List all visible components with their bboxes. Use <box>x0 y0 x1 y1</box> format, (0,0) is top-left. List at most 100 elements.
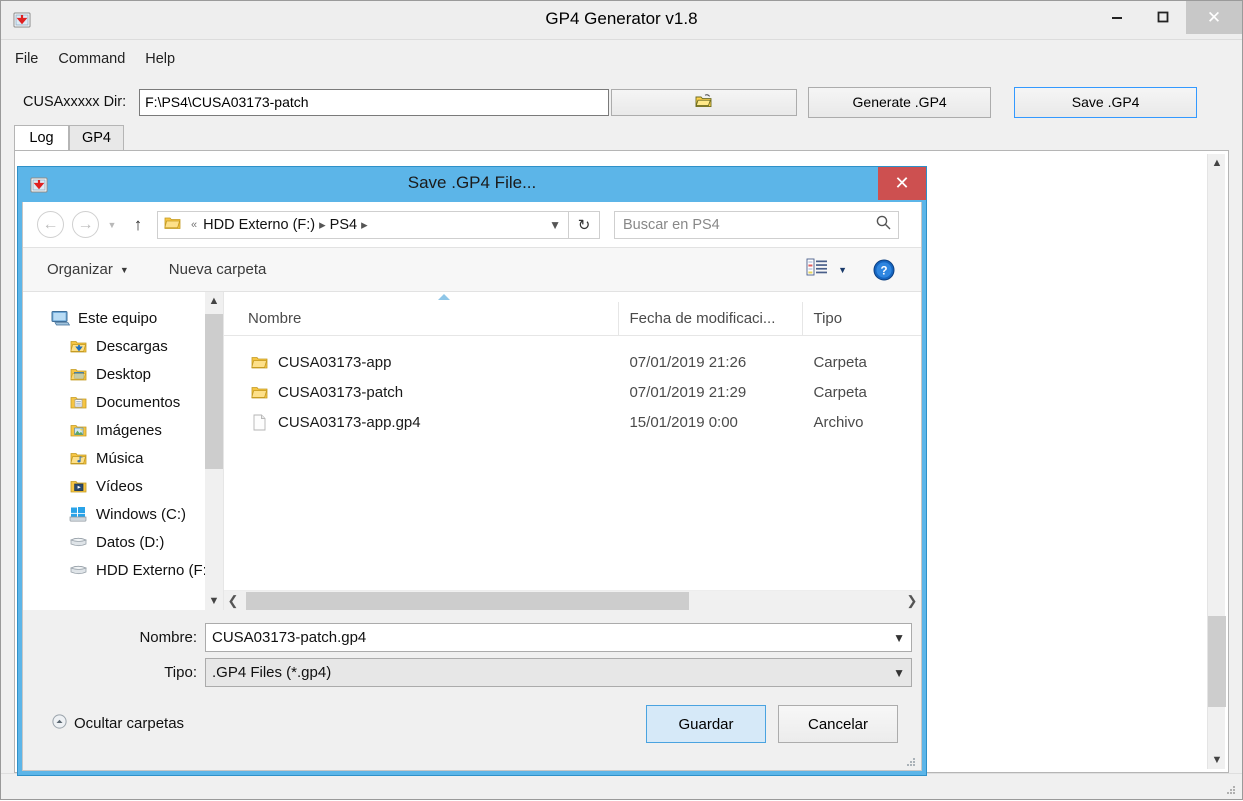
menu-item-command[interactable]: Command <box>58 51 125 67</box>
file-name-row: Nombre: CUSA03173-patch.gp4 ▼ <box>23 623 912 652</box>
chevron-down-icon[interactable]: ▼ <box>893 631 905 645</box>
search-box[interactable] <box>614 210 899 239</box>
file-name-cell[interactable]: CUSA03173-app.gp4 <box>224 414 619 431</box>
file-type-label: Tipo: <box>164 664 197 681</box>
breadcrumb-item-ps4[interactable]: PS4 <box>330 217 357 233</box>
view-options-button[interactable]: ▼ <box>806 257 847 282</box>
file-type-cell: Carpeta <box>813 383 867 401</box>
sidebar-item-imagenes[interactable]: Imágenes <box>23 416 223 444</box>
sidebar-item-hdd-externo-f[interactable]: HDD Externo (F:) <box>23 556 223 584</box>
close-button[interactable]: ✕ <box>1186 1 1242 34</box>
folder-icon <box>164 215 181 234</box>
file-modified-cell: 07/01/2019 21:26 <box>629 353 747 371</box>
folder-icon <box>248 355 270 370</box>
chevron-down-icon[interactable]: ▼ <box>120 265 129 275</box>
dialog-content: Este equipo Descargas Desktop Documentos… <box>23 292 921 610</box>
save-gp4-button[interactable]: Save .GP4 <box>1014 86 1198 118</box>
sidebar-item-label: Desktop <box>96 365 152 383</box>
table-row[interactable]: CUSA03173-patch 07/01/2019 21:29 Carpeta <box>224 377 921 407</box>
tab-gp4[interactable]: GP4 <box>69 125 124 151</box>
file-type-cell: Archivo <box>813 413 864 431</box>
maximize-button[interactable] <box>1140 1 1186 33</box>
search-input[interactable] <box>621 215 875 234</box>
organize-button[interactable]: Organizar ▼ <box>47 261 129 278</box>
file-name-combobox[interactable]: CUSA03173-patch.gp4 ▼ <box>205 623 912 652</box>
log-scroll-thumb[interactable] <box>1208 616 1226 707</box>
table-row[interactable]: CUSA03173-app 07/01/2019 21:26 Carpeta <box>224 347 921 377</box>
chevron-down-icon[interactable]: ▼ <box>893 666 905 680</box>
file-list-horizontal-scrollbar[interactable]: ❮ ❯ <box>224 590 921 610</box>
generate-gp4-button[interactable]: Generate .GP4 <box>808 86 992 118</box>
menu-item-help[interactable]: Help <box>145 51 175 67</box>
help-button[interactable]: ? <box>873 259 895 281</box>
cusa-dir-input[interactable] <box>139 88 610 116</box>
table-row[interactable]: CUSA03173-app.gp4 15/01/2019 0:00 Archiv… <box>224 407 921 437</box>
dialog-close-button[interactable]: ✕ <box>878 167 926 200</box>
drive-icon <box>67 563 89 577</box>
file-list-header: Nombre Fecha de modificaci... Tipo <box>224 301 921 336</box>
breadcrumb[interactable]: « HDD Externo (F:) ▸ PS4 ▸ ▼ <box>157 210 569 239</box>
resize-grip-icon[interactable] <box>905 755 917 767</box>
sidebar-item-label: Vídeos <box>96 477 143 495</box>
menu-item-file[interactable]: File <box>15 51 38 67</box>
sidebar-item-desktop[interactable]: Desktop <box>23 360 223 388</box>
file-name-label: Nombre: <box>139 629 197 646</box>
file-icon <box>248 414 270 431</box>
cancel-button[interactable]: Cancelar <box>778 705 898 743</box>
dialog-bottom-panel: Nombre: CUSA03173-patch.gp4 ▼ Tipo: .GP4… <box>23 610 921 770</box>
sidebar-item-datos-d[interactable]: Datos (D:) <box>23 528 223 556</box>
scroll-down-icon[interactable]: ▼ <box>205 592 223 610</box>
menubar: File Command Help <box>1 39 1242 77</box>
file-modified-cell: 15/01/2019 0:00 <box>629 413 738 431</box>
scroll-right-icon[interactable]: ❯ <box>903 591 921 610</box>
column-header-nombre[interactable]: Nombre <box>224 301 620 336</box>
documents-folder-icon <box>67 395 89 410</box>
hide-folders-toggle[interactable]: Ocultar carpetas <box>52 714 184 733</box>
sidebar-item-windows-c[interactable]: Windows (C:) <box>23 500 223 528</box>
breadcrumb-dropdown-icon[interactable]: ▼ <box>549 218 564 232</box>
sidebar-item-documentos[interactable]: Documentos <box>23 388 223 416</box>
log-vertical-scrollbar[interactable]: ▲ ▼ <box>1207 154 1226 769</box>
back-icon[interactable]: ← <box>37 211 64 238</box>
sidebar-item-musica[interactable]: Música <box>23 444 223 472</box>
refresh-icon[interactable]: ↻ <box>569 210 600 239</box>
horizontal-scroll-thumb[interactable] <box>246 592 689 610</box>
search-icon[interactable] <box>875 214 892 236</box>
hide-folders-label: Ocultar carpetas <box>74 715 185 732</box>
column-header-fecha[interactable]: Fecha de modificaci... <box>619 301 804 336</box>
tab-log[interactable]: Log <box>14 125 69 151</box>
scroll-down-icon[interactable]: ▼ <box>1208 751 1226 769</box>
sidebar-scrollbar[interactable]: ▲ ▼ <box>205 292 223 610</box>
svg-text:?: ? <box>880 265 887 277</box>
breadcrumb-item-drive[interactable]: HDD Externo (F:) <box>203 217 315 233</box>
view-chevron-down-icon[interactable]: ▼ <box>838 265 847 275</box>
open-folder-icon <box>695 93 713 112</box>
file-name-cell[interactable]: CUSA03173-app <box>224 354 619 371</box>
breadcrumb-overflow-icon[interactable]: « <box>191 219 197 231</box>
column-header-tipo[interactable]: Tipo <box>803 302 921 336</box>
pictures-folder-icon <box>67 423 89 438</box>
resize-grip-icon[interactable] <box>1225 783 1237 795</box>
dialog-body: ← → ▼ ↑ « HDD Externo (F:) ▸ PS4 ▸ ▼ ↻ B… <box>22 202 922 771</box>
browse-folder-button[interactable] <box>611 88 798 116</box>
save-button[interactable]: Guardar <box>646 705 766 743</box>
sidebar-item-este-equipo[interactable]: Este equipo <box>23 304 223 332</box>
file-type-combobox[interactable]: .GP4 Files (*.gp4) ▼ <box>205 658 912 687</box>
file-name-label: CUSA03173-app <box>278 353 392 371</box>
up-one-level-icon[interactable]: ↑ <box>125 215 151 235</box>
scroll-up-icon[interactable]: ▲ <box>205 292 223 310</box>
minimize-button[interactable] <box>1094 1 1140 33</box>
file-name-cell[interactable]: CUSA03173-patch <box>224 384 619 401</box>
scroll-left-icon[interactable]: ❮ <box>224 591 242 610</box>
view-options-icon[interactable] <box>806 257 828 282</box>
forward-icon[interactable]: → <box>72 211 99 238</box>
sidebar-item-videos[interactable]: Vídeos <box>23 472 223 500</box>
sidebar-item-descargas[interactable]: Descargas <box>23 332 223 360</box>
history-dropdown-icon[interactable]: ▼ <box>103 220 121 230</box>
breadcrumb-separator-icon[interactable]: ▸ <box>319 217 326 233</box>
scroll-up-icon[interactable]: ▲ <box>1208 154 1226 172</box>
breadcrumb-separator-2-icon[interactable]: ▸ <box>361 217 368 233</box>
new-folder-button[interactable]: Nueva carpeta <box>169 261 267 278</box>
sidebar-scroll-thumb[interactable] <box>205 314 223 469</box>
chevron-up-circle-icon[interactable] <box>52 714 67 733</box>
